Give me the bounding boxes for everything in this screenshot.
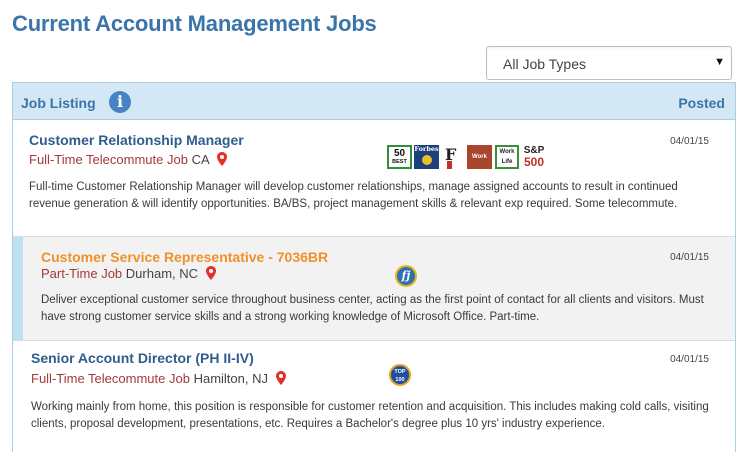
fifty-best-badge-icon: 50 BEST [387,145,412,169]
job-meta: Part-Time Job Durham, NC [41,266,216,281]
job-type: Part-Time Job [41,266,123,281]
posted-date: 04/01/15 [670,252,709,263]
job-title-link[interactable]: Customer Service Representative - 7036BR [41,249,328,265]
job-description: Full-time Customer Relationship Manager … [29,181,678,210]
map-pin-icon[interactable] [216,152,227,166]
job-type: Full-Time Telecommute Job [31,371,190,386]
top-100-badge-icon: TOP 100 [389,364,411,386]
job-location: Durham, NC [125,266,199,281]
job-title-link[interactable]: Customer Relationship Manager [29,132,244,148]
posted-date: 04/01/15 [670,136,709,147]
work-life-award-icon: Work [467,145,492,169]
posted-date: 04/01/15 [670,354,709,365]
job-description: Working mainly from home, this position … [31,401,709,430]
fj-badge-icon: fj [395,265,417,287]
fi-badge-icon: F [445,145,457,169]
triangle-down-icon: ▼ [714,56,725,68]
job-type-select[interactable]: All Job Types ▼ [486,46,732,80]
map-pin-icon[interactable] [275,371,286,385]
job-location: CA [191,152,209,167]
job-row[interactable]: Customer Service Representative - 7036BR… [13,237,735,341]
map-pin-icon[interactable] [205,266,216,280]
job-title-link[interactable]: Senior Account Director (PH II-IV) [31,350,254,366]
job-type-select-value: All Job Types [503,56,587,72]
forbes-badge-icon: Forbes [414,145,439,169]
posted-column-label: Posted [678,95,725,111]
sp500-badge-icon: S&P 500 [523,145,545,169]
job-meta: Full-Time Telecommute Job Hamilton, NJ [31,371,286,386]
page-title: Current Account Management Jobs [12,11,377,36]
job-location: Hamilton, NJ [193,371,268,386]
job-type: Full-Time Telecommute Job [29,152,188,167]
work-life-badge-icon: Work Life [495,145,519,169]
job-listing-table: Job Listing i Posted Customer Relationsh… [12,82,736,452]
job-row[interactable]: Senior Account Director (PH II-IV) Full-… [13,341,735,452]
job-meta: Full-Time Telecommute Job CA [29,152,227,167]
info-icon[interactable]: i [109,91,131,113]
job-description: Deliver exceptional customer service thr… [41,294,704,323]
listing-header: Job Listing i Posted [13,83,735,120]
job-row[interactable]: Customer Relationship Manager Full-Time … [13,120,735,237]
job-listing-label: Job Listing [21,95,96,111]
